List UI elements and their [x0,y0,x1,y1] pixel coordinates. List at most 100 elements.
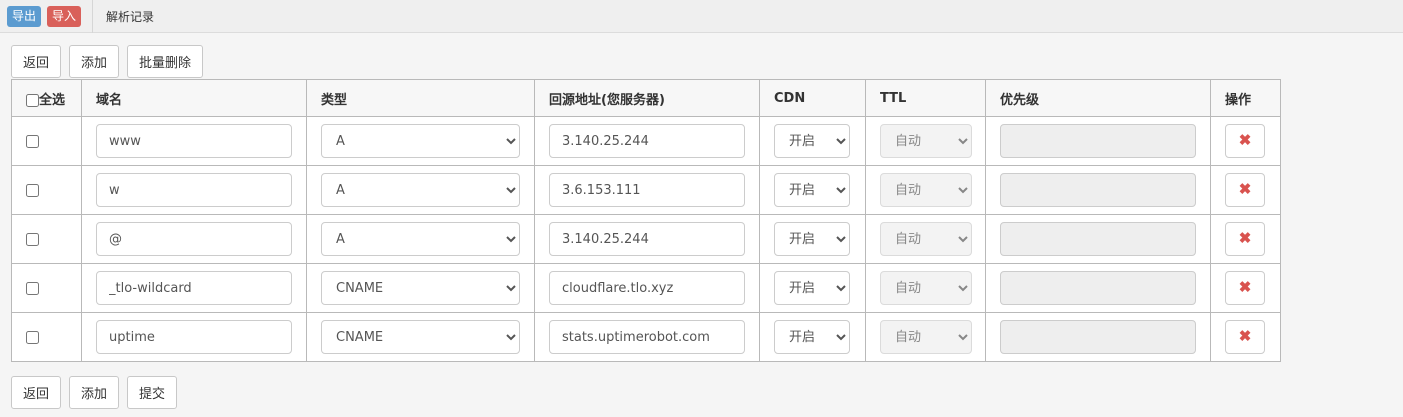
submit-button[interactable]: 提交 [127,376,178,409]
type-select[interactable]: A [321,124,520,158]
table-row: CNAME 开启自动 ✖ [11,263,1281,313]
add-button-bottom[interactable]: 添加 [69,376,120,409]
type-select[interactable]: CNAME [321,320,520,354]
priority-cell [985,116,1211,166]
table-row: A 开启自动 ✖ [11,116,1281,166]
priority-input[interactable] [1000,173,1196,207]
header-domain: 域名 [81,79,307,117]
priority-input[interactable] [1000,271,1196,305]
priority-input[interactable] [1000,320,1196,354]
close-icon: ✖ [1238,279,1252,296]
cdn-cell: 开启 [759,312,866,362]
row-checkbox[interactable] [26,281,39,295]
top-toolbar: 导出 导入 解析记录 [0,0,1403,33]
ttl-cell: 自动 [865,214,986,264]
header-select-all: 全选 [11,79,82,117]
type-select[interactable]: A [321,173,520,207]
priority-cell [985,214,1211,264]
header-type: 类型 [306,79,535,117]
ttl-select[interactable]: 自动 [880,320,972,354]
table-header-row: 全选 域名 类型 回源地址(您服务器) CDN TTL 优先级 操作 [11,79,1281,117]
row-checkbox[interactable] [26,183,39,197]
cdn-select[interactable]: 开启 [774,173,850,207]
cdn-select[interactable]: 开启 [774,124,850,158]
action-cell: ✖ [1210,116,1281,166]
cdn-select[interactable]: 开启 [774,320,850,354]
domain-input[interactable] [96,222,292,256]
cdn-cell: 开启 [759,263,866,313]
select-all-checkbox[interactable] [26,93,39,107]
origin-cell [534,263,760,313]
ttl-cell: 自动 [865,116,986,166]
domain-input[interactable] [96,320,292,354]
origin-input[interactable] [549,271,745,305]
domain-cell [81,263,307,313]
origin-input[interactable] [549,320,745,354]
batch-delete-button[interactable]: 批量删除 [127,45,204,78]
page-title: 解析记录 [106,10,155,24]
row-check-cell [11,214,82,264]
domain-input[interactable] [96,271,292,305]
row-check-cell [11,116,82,166]
ttl-select[interactable]: 自动 [880,271,972,305]
origin-cell [534,312,760,362]
import-button[interactable]: 导入 [47,6,82,27]
table-row: CNAME 开启自动 ✖ [11,312,1281,362]
type-cell: CNAME [306,312,535,362]
type-select[interactable]: CNAME [321,271,520,305]
cdn-select[interactable]: 开启 [774,271,850,305]
cdn-cell: 开启 [759,165,866,215]
origin-cell [534,165,760,215]
delete-row-button[interactable]: ✖ [1225,222,1265,256]
export-button[interactable]: 导出 [7,6,42,27]
header-priority: 优先级 [985,79,1211,117]
origin-input[interactable] [549,173,745,207]
type-cell: A [306,116,535,166]
cdn-cell: 开启 [759,214,866,264]
priority-input[interactable] [1000,124,1196,158]
domain-input[interactable] [96,124,292,158]
ttl-select[interactable]: 自动 [880,124,972,158]
ttl-cell: 自动 [865,312,986,362]
domain-input[interactable] [96,173,292,207]
add-button-top[interactable]: 添加 [69,45,120,78]
back-button-top[interactable]: 返回 [11,45,62,78]
select-all-label: 全选 [39,92,66,108]
domain-cell [81,116,307,166]
origin-cell [534,214,760,264]
delete-row-button[interactable]: ✖ [1225,173,1265,207]
origin-input[interactable] [549,222,745,256]
delete-row-button[interactable]: ✖ [1225,271,1265,305]
type-cell: A [306,165,535,215]
table-row: A 开启自动 ✖ [11,165,1281,215]
type-cell: CNAME [306,263,535,313]
toolbar-divider [92,0,93,33]
priority-cell [985,165,1211,215]
row-check-cell [11,312,82,362]
header-ttl: TTL [865,79,986,117]
delete-row-button[interactable]: ✖ [1225,124,1265,158]
origin-input[interactable] [549,124,745,158]
action-cell: ✖ [1210,165,1281,215]
row-checkbox[interactable] [26,330,39,344]
ttl-cell: 自动 [865,263,986,313]
ttl-cell: 自动 [865,165,986,215]
origin-cell [534,116,760,166]
action-cell: ✖ [1210,214,1281,264]
priority-input[interactable] [1000,222,1196,256]
header-origin: 回源地址(您服务器) [534,79,760,117]
row-checkbox[interactable] [26,232,39,246]
cdn-select[interactable]: 开启 [774,222,850,256]
ttl-select[interactable]: 自动 [880,173,972,207]
header-action: 操作 [1210,79,1281,117]
row-check-cell [11,263,82,313]
back-button-bottom[interactable]: 返回 [11,376,62,409]
table-row: A 开启自动 ✖ [11,214,1281,264]
type-select[interactable]: A [321,222,520,256]
delete-row-button[interactable]: ✖ [1225,320,1265,354]
close-icon: ✖ [1238,181,1252,198]
action-cell: ✖ [1210,263,1281,313]
row-checkbox[interactable] [26,134,39,148]
close-icon: ✖ [1238,328,1252,345]
ttl-select[interactable]: 自动 [880,222,972,256]
